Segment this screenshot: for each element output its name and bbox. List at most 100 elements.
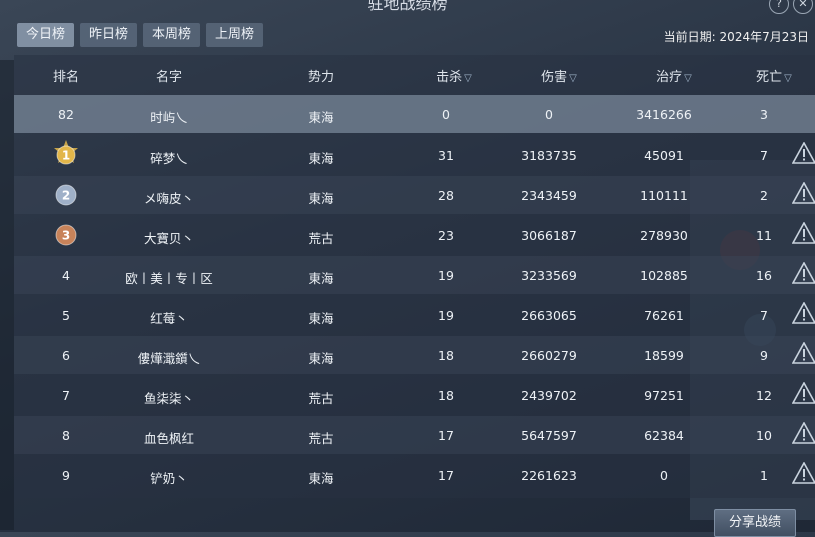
sort-chevron-icon[interactable]: ▽ — [569, 73, 577, 84]
svg-text:1: 1 — [62, 149, 70, 163]
table-row[interactable]: 7 鱼柒柒丶 荒古 18 2439702 97251 12 — [14, 376, 815, 414]
warning-triangle-icon[interactable] — [791, 301, 815, 324]
page-title: 驻地战绩榜 — [367, 0, 448, 13]
name-cell: 红莓丶 — [150, 311, 188, 326]
rank-cell: 8 — [62, 428, 70, 443]
faction-cell: 東海 — [308, 271, 334, 286]
faction-cell: 東海 — [308, 110, 334, 125]
name-cell: 碎梦乀 — [150, 151, 188, 166]
table-row[interactable]: 1 碎梦乀 東海 31 3183735 45091 7 — [14, 136, 815, 174]
kills-cell: 28 — [438, 188, 454, 203]
rank-cell: 7 — [62, 388, 70, 403]
kills-cell: 18 — [438, 348, 454, 363]
healing-cell: 3416266 — [636, 107, 692, 122]
window-controls: ? ✕ — [765, 0, 813, 14]
damage-cell: 3183735 — [521, 148, 577, 163]
col-damage[interactable]: 伤害 ▽ — [514, 66, 604, 85]
warning-triangle-icon[interactable] — [791, 181, 815, 204]
rank-cell: 4 — [62, 268, 70, 283]
faction-cell: 東海 — [308, 471, 334, 486]
warning-triangle-icon[interactable] — [791, 221, 815, 244]
sort-chevron-icon[interactable]: ▽ — [784, 73, 792, 84]
col-deaths-label: 死亡 — [756, 70, 783, 85]
damage-cell: 2663065 — [521, 308, 577, 323]
healing-cell: 76261 — [644, 308, 684, 323]
faction-cell: 荒古 — [308, 391, 334, 406]
damage-cell: 2660279 — [521, 348, 577, 363]
faction-cell: 東海 — [308, 191, 334, 206]
damage-cell: 5647597 — [521, 428, 577, 443]
col-deaths[interactable]: 死亡 ▽ — [734, 66, 814, 85]
healing-cell: 0 — [660, 468, 668, 483]
kills-cell: 0 — [442, 107, 450, 122]
tab-yesterday[interactable]: 昨日榜 — [80, 23, 138, 47]
faction-cell: 東海 — [308, 311, 334, 326]
table-row[interactable]: 2 メ嗨皮丶 東海 28 2343459 110111 2 — [14, 176, 815, 214]
kills-cell: 19 — [438, 308, 454, 323]
name-cell: 大寶贝丶 — [143, 231, 194, 246]
name-cell: 欧丨美丨专丨区 — [125, 271, 213, 286]
tab-last-week[interactable]: 上周榜 — [206, 23, 264, 47]
date-value: 2024年7月23日 — [719, 30, 809, 44]
kills-cell: 31 — [438, 148, 454, 163]
damage-cell: 2343459 — [521, 188, 577, 203]
damage-cell: 3066187 — [521, 228, 577, 243]
rank-cell: 5 — [62, 308, 70, 323]
table-row[interactable]: 5 红莓丶 東海 19 2663065 76261 7 — [14, 296, 815, 334]
damage-cell: 2261623 — [521, 468, 577, 483]
warning-triangle-icon[interactable] — [791, 141, 815, 164]
name-cell: 时屿乀 — [150, 110, 188, 125]
share-results-button[interactable]: 分享战绩 — [714, 509, 796, 537]
table-row[interactable]: 6 僂燁濈鑕乀 東海 18 2660279 18599 9 — [14, 336, 815, 374]
healing-cell: 110111 — [640, 188, 688, 203]
warning-triangle-icon[interactable] — [791, 381, 815, 404]
table-row[interactable]: 3 大寶贝丶 荒古 23 3066187 278930 11 — [14, 216, 815, 254]
name-cell: メ嗨皮丶 — [143, 191, 194, 206]
rank-medal-icon: 2 — [51, 180, 81, 210]
tab-today[interactable]: 今日榜 — [17, 23, 75, 47]
faction-cell: 荒古 — [308, 231, 334, 246]
close-icon[interactable]: ✕ — [793, 0, 813, 14]
col-healing-label: 治疗 — [656, 70, 683, 85]
table-row[interactable]: 4 欧丨美丨专丨区 東海 19 3233569 102885 16 — [14, 256, 815, 294]
rank-cell: 9 — [62, 468, 70, 483]
table-row[interactable]: 9 铲奶丶 東海 17 2261623 0 1 — [14, 456, 815, 494]
svg-text:2: 2 — [62, 189, 70, 203]
help-icon[interactable]: ? — [769, 0, 789, 14]
damage-cell: 0 — [545, 107, 553, 122]
name-cell: 血色枫红 — [143, 431, 194, 446]
svg-text:3: 3 — [62, 229, 70, 243]
date-label: 当前日期: — [663, 30, 716, 44]
col-damage-label: 伤害 — [541, 70, 568, 85]
name-cell: 铲奶丶 — [150, 471, 188, 486]
tab-this-week[interactable]: 本周榜 — [143, 23, 201, 47]
name-cell: 僂燁濈鑕乀 — [137, 351, 201, 366]
kills-cell: 17 — [438, 428, 454, 443]
damage-cell: 3233569 — [521, 268, 577, 283]
warning-triangle-icon[interactable] — [791, 261, 815, 284]
faction-cell: 荒古 — [308, 431, 334, 446]
warning-triangle-icon[interactable] — [791, 461, 815, 484]
col-faction: 势力 — [307, 70, 334, 85]
warning-triangle-icon[interactable] — [791, 341, 815, 364]
col-rank: 排名 — [52, 70, 79, 85]
healing-cell: 45091 — [644, 148, 684, 163]
rank-medal-icon: 3 — [51, 220, 81, 250]
col-healing[interactable]: 治疗 ▽ — [629, 66, 719, 85]
self-row[interactable]: 82 时屿乀 東海 0 0 3416266 3 — [14, 95, 815, 133]
warning-triangle-icon[interactable] — [791, 421, 815, 444]
damage-cell: 2439702 — [521, 388, 577, 403]
healing-cell: 62384 — [644, 428, 684, 443]
name-cell: 鱼柒柒丶 — [143, 391, 194, 406]
table-row[interactable]: 8 血色枫红 荒古 17 5647597 62384 10 — [14, 416, 815, 454]
current-date: 当前日期: 2024年7月23日 — [664, 28, 809, 45]
healing-cell: 278930 — [640, 228, 688, 243]
sort-chevron-icon[interactable]: ▽ — [684, 73, 692, 84]
kills-cell: 17 — [438, 468, 454, 483]
faction-cell: 東海 — [308, 351, 334, 366]
healing-cell: 18599 — [644, 348, 684, 363]
faction-cell: 東海 — [308, 151, 334, 166]
sort-chevron-icon[interactable]: ▽ — [464, 73, 472, 84]
col-kills[interactable]: 击杀 ▽ — [414, 66, 494, 85]
rank-medal-icon: 1 — [51, 140, 81, 170]
